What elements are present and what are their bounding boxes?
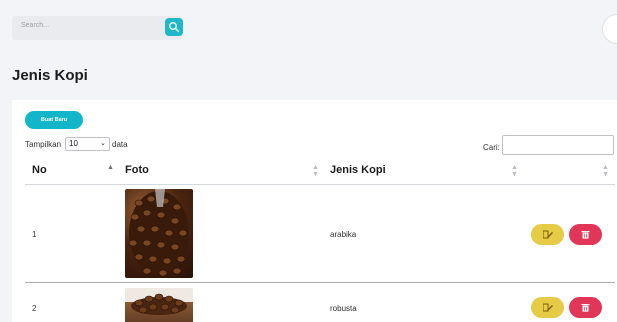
top-bar: Search... bbox=[0, 0, 617, 50]
new-button[interactable]: Buat Baru bbox=[25, 111, 83, 129]
page-length-label: Tampilkan bbox=[25, 140, 62, 149]
trash-icon bbox=[581, 304, 590, 312]
edit-button[interactable] bbox=[531, 224, 564, 245]
page-title: Jenis Kopi bbox=[12, 67, 88, 84]
table-search-label: Cari: bbox=[483, 143, 500, 152]
search-placeholder: Search... bbox=[21, 22, 50, 29]
content-card: Buat Baru Tampilkan 10 ⌄ data Cari: No ▲… bbox=[12, 100, 617, 322]
column-header-foto[interactable]: Foto bbox=[125, 164, 149, 176]
coffee-type: arabika bbox=[330, 230, 357, 239]
chevron-down-icon: ⌄ bbox=[100, 140, 106, 147]
row-divider bbox=[25, 282, 615, 283]
row-number: 1 bbox=[32, 230, 37, 239]
column-header-jenis[interactable]: Jenis Kopi bbox=[330, 164, 386, 176]
search-button[interactable] bbox=[165, 18, 183, 36]
coffee-type: robusta bbox=[330, 304, 357, 313]
edit-button[interactable] bbox=[531, 297, 564, 318]
sort-icon[interactable]: ▲ ▼ bbox=[511, 164, 518, 178]
delete-button[interactable] bbox=[569, 224, 602, 245]
user-avatar[interactable] bbox=[602, 14, 617, 44]
column-header-no[interactable]: No bbox=[32, 164, 47, 176]
edit-icon bbox=[543, 230, 553, 239]
delete-button[interactable] bbox=[569, 297, 602, 318]
sort-icon[interactable]: ▲ ▼ bbox=[312, 164, 319, 178]
page-length-value: 10 bbox=[69, 139, 78, 148]
coffee-photo bbox=[125, 189, 193, 278]
search-icon bbox=[169, 22, 180, 33]
edit-icon bbox=[543, 303, 553, 312]
sort-icon[interactable]: ▲ bbox=[107, 164, 114, 171]
page-length-suffix: data bbox=[112, 140, 128, 149]
sort-icon[interactable]: ▲ ▼ bbox=[602, 164, 609, 178]
search-input[interactable]: Search... bbox=[12, 16, 182, 40]
coffee-photo bbox=[125, 288, 193, 322]
trash-icon bbox=[581, 231, 590, 239]
page-length-select[interactable]: 10 ⌄ bbox=[65, 137, 110, 151]
header-divider bbox=[25, 184, 615, 185]
table-search-input[interactable] bbox=[502, 135, 614, 155]
row-number: 2 bbox=[32, 304, 37, 313]
